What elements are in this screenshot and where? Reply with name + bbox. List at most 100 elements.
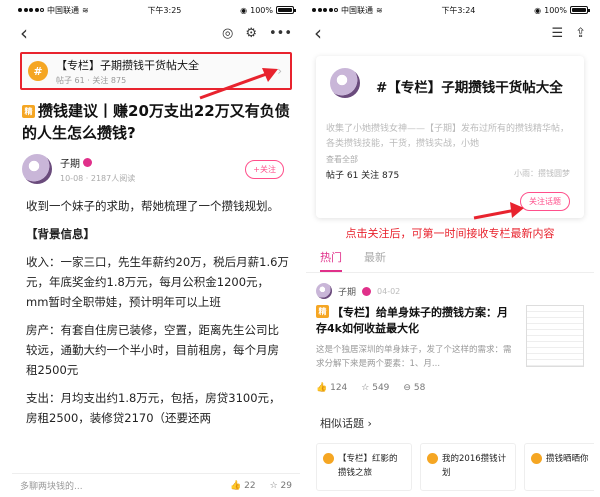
battery-icon [276,6,296,14]
similar-topic-label: 【专栏】红影的攒钱之旅 [338,454,398,478]
hashtag-icon: # [28,61,48,81]
star-icon: ☆ [361,383,370,393]
paragraph: 房产：有套自住房已装修，空置，距离先生公司比较远，通勤大约一个半小时，目前租房，… [26,323,279,377]
star-count: 29 [280,480,292,491]
carrier-label: 中国联通 [47,5,79,15]
share-icon[interactable]: ⇪ [575,26,586,41]
similar-topic-card[interactable]: 【专栏】红影的攒钱之旅 [316,443,412,491]
post-author[interactable]: 子期 [338,285,356,298]
post-stats: 👍 124 ☆ 549 ⊖ 58 [316,383,425,393]
chevron-right-icon: › [367,417,372,430]
comment-bar: 多聊两块钱的... 👍 22 ☆ 29 [12,473,300,497]
article-title-text: 攒钱建议丨赚20万支出22万又有负债的人生怎么攒钱? [22,102,290,142]
verified-icon [362,286,372,296]
signal-icon [18,8,44,12]
post-date: 04-02 [377,286,401,296]
section-heading: 【背景信息】 [26,227,95,241]
back-icon[interactable]: ‹ [20,23,28,43]
article-title: 精攒钱建议丨赚20万支出22万又有负债的人生怎么攒钱? [22,100,290,144]
settings-icon[interactable]: ⚙ [245,26,257,41]
topic-icon [427,453,438,464]
author-name[interactable]: 子期 [60,155,80,170]
similar-topic-label: 我的2016攒钱计划 [442,454,507,478]
similar-topics-header[interactable]: 相似话题 › [320,407,584,431]
more-icon[interactable]: ••• [269,26,292,41]
topic-card-meta: 帖子 61 · 关注 875 [56,75,127,85]
similar-topic-card[interactable]: 攒钱晒晒你 [524,443,594,491]
topic-card[interactable]: # 【专栏】子期攒钱干货帖大全 帖子 61 · 关注 875 › [20,52,292,90]
comment-input[interactable]: 多聊两块钱的... [20,479,216,492]
battery-label: 100% [250,5,273,15]
topic-avatar [330,68,360,98]
post-title: 精【专栏】给单身妹子的攒钱方案：月存4k如何收益最大化 [316,305,512,337]
thumbs-up-icon: 👍 [230,480,242,491]
paragraph: 支出：月均支出约1.8万元，包括，房贷3100元，房租2500，装修贷2170（… [26,391,281,425]
nav-bar: ‹ ☰ ⇪ [306,20,594,46]
similar-topics-label: 相似话题 [320,417,364,430]
star-count: 549 [372,383,390,393]
topic-icon [531,453,542,464]
star-icon: ☆ [269,480,278,491]
status-bar: 中国联通 ≋ 下午3:24 ◉ 100% [306,0,594,20]
tab-hot[interactable]: 热门 [320,249,342,272]
tab-bar: 热门 最新 [320,249,584,272]
follow-topic-button[interactable]: 关注话题 [520,192,570,211]
like-count: 22 [244,480,256,491]
post-item[interactable]: 子期 04-02 精【专栏】给单身妹子的攒钱方案：月存4k如何收益最大化 这是个… [316,283,584,407]
alarm-icon: ◉ [240,5,248,15]
topic-description: 收集了小她攒钱女神——【子期】发布过所有的攒钱精华帖，各类攒钱技能，干货，攒钱实… [326,124,570,149]
avatar[interactable] [22,154,52,184]
wifi-icon: ≋ [82,5,89,15]
topic-owner: 小雨：攒钱圆梦 [514,169,570,178]
thumbs-up-icon: 👍 [316,383,328,393]
paragraph: 收入：一家三口，先生年薪约20万，税后月薪1.6万元，年底奖金约1.8万元，每月… [26,255,289,309]
list-icon[interactable]: ☰ [551,26,563,41]
essence-tag: 精 [22,105,35,118]
similar-topic-card[interactable]: 我的2016攒钱计划 [420,443,516,491]
author-row: 子期 10-08 · 2187人阅读 +关注 [22,154,290,184]
promo-caption: 点击关注后，可第一时间接收专栏最新内容 [345,227,555,240]
chat-icon[interactable]: ◎ [222,26,233,41]
topic-title: #【专栏】子期攒钱干货帖大全 [376,80,563,96]
battery-icon [570,6,590,14]
left-screen: 中国联通 ≋ 下午3:25 ◉ 100% ‹ ◎ ⚙ ••• # 【专栏】子期攒… [12,0,300,497]
similar-topic-label: 攒钱晒晒你 [546,454,589,464]
comment-icon: ⊖ [403,383,411,393]
right-screen: 中国联通 ≋ 下午3:24 ◉ 100% ‹ ☰ ⇪ #【专栏】子期攒钱干货帖大… [306,0,594,497]
like-count: 124 [330,383,348,393]
topic-card-title: 【专栏】子期攒钱干货帖大全 [56,58,199,72]
status-time: 下午3:24 [441,5,476,15]
paragraph: 收到一个妹子的求助，帮她梳理了一个攒钱规划。 [26,199,279,213]
avatar[interactable] [316,283,332,299]
star-button[interactable]: ☆ 29 [270,481,292,491]
nav-bar: ‹ ◎ ⚙ ••• [12,20,300,46]
post-title-text: 【专栏】给单身妹子的攒钱方案：月存4k如何收益最大化 [316,306,508,335]
carrier-label: 中国联通 [341,5,373,15]
topic-stats: 帖子 61 关注 875 [326,171,400,181]
signal-icon [312,8,338,12]
alarm-icon: ◉ [534,5,542,15]
follow-button[interactable]: +关注 [245,160,284,179]
post-thumbnail [526,305,584,367]
comment-button[interactable]: ⊖ 58 [403,383,425,393]
star-button[interactable]: ☆ 549 [361,383,389,393]
like-button[interactable]: 👍 22 [230,481,256,491]
article-body: 收到一个妹子的求助，帮她梳理了一个攒钱规划。 【背景信息】 收入：一家三口，先生… [26,196,290,428]
status-time: 下午3:25 [147,5,182,15]
topic-header-card: #【专栏】子期攒钱干货帖大全 收集了小她攒钱女神——【子期】发布过所有的攒钱精华… [316,56,584,218]
author-meta: 10-08 · 2187人阅读 [60,173,136,183]
divider [306,272,594,273]
back-icon[interactable]: ‹ [314,23,322,43]
tab-latest[interactable]: 最新 [364,249,386,272]
comment-count: 58 [413,383,426,393]
post-excerpt: 这是个独居深圳的单身妹子，发了个这样的需求：需求分解下来是两个要素：1、月... [316,345,512,369]
topic-icon [323,453,334,464]
chevron-right-icon: › [277,64,282,78]
view-all-link[interactable]: 查看全部 [326,154,574,165]
battery-label: 100% [544,5,567,15]
status-bar: 中国联通 ≋ 下午3:25 ◉ 100% [12,0,300,20]
like-button[interactable]: 👍 124 [316,383,347,393]
essence-tag: 精 [316,305,329,318]
verified-icon [83,157,92,167]
similar-topics-list: 【专栏】红影的攒钱之旅 我的2016攒钱计划 攒钱晒晒你 [316,443,594,491]
